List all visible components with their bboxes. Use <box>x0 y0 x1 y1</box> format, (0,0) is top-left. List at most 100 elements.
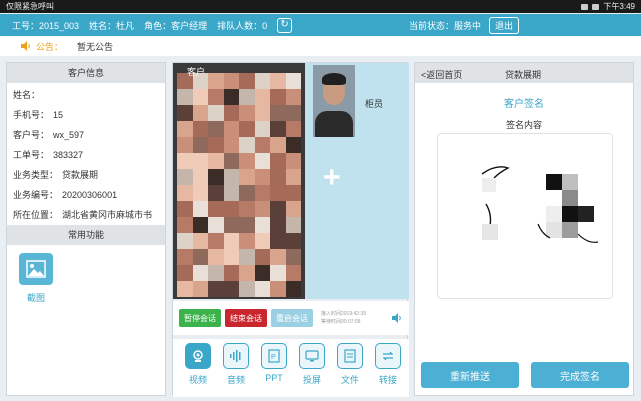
mosaic-tile <box>270 153 286 169</box>
mosaic-tile <box>208 121 224 137</box>
end-session-button[interactable]: 结束会话 <box>225 309 267 327</box>
info-row-phone: 手机号： 15 <box>7 105 165 125</box>
mosaic-tile <box>192 201 208 217</box>
mosaic-tile <box>177 121 193 137</box>
mosaic-tile <box>239 153 255 169</box>
finish-signature-button[interactable]: 完成签名 <box>531 362 629 388</box>
mosaic-tile <box>192 89 208 105</box>
notice-label: 公告： <box>36 41 64 52</box>
signature-panel: <返回首页 贷款展期 客户签名 签名内容 重新推送 完成签名 <box>414 62 634 396</box>
mosaic-tile <box>223 169 239 185</box>
function-cast[interactable]: 投屏 <box>293 343 331 397</box>
field-key: 所在位置： <box>13 210 59 220</box>
volume-icon[interactable] <box>391 312 403 324</box>
session-times: 接入时间2019:42:39 等待时间00:07:09 <box>321 310 366 326</box>
screenshot-label: 截图 <box>26 293 45 303</box>
mosaic-tile <box>254 201 270 217</box>
mosaic-tile <box>208 169 224 185</box>
mosaic-tile <box>208 281 224 297</box>
mosaic-tile <box>285 217 301 233</box>
customer-signature-title: 客户签名 <box>504 99 544 110</box>
common-tools: 截图 <box>7 245 165 304</box>
mosaic-tile <box>239 185 255 201</box>
pause-session-button[interactable]: 暂停会话 <box>179 309 221 327</box>
mosaic-tile <box>285 73 301 89</box>
mosaic-tile <box>270 265 286 281</box>
mosaic-tile <box>208 137 224 153</box>
mosaic-tile <box>254 169 270 185</box>
add-participant-icon[interactable]: + <box>323 163 341 193</box>
mosaic-tile <box>254 249 270 265</box>
mosaic-tile <box>285 265 301 281</box>
mosaic-tile <box>223 153 239 169</box>
mosaic-tile <box>270 169 286 185</box>
info-row-location: 所在位置： 湖北省黄冈市麻城市书 <box>7 205 165 225</box>
video-panel: 客户 柜员 + 暂停会话 结束会话 重启会话 接入时间2019:42:39 等待… <box>172 62 409 397</box>
mosaic-tile <box>208 249 224 265</box>
info-row-business-type: 业务类型： 贷款展期 <box>7 165 165 185</box>
mosaic-tile <box>270 137 286 153</box>
signature-strokes <box>481 166 599 243</box>
session-controls: 暂停会话 结束会话 重启会话 接入时间2019:42:39 等待时间00:07:… <box>173 301 409 335</box>
field-key: 客户号： <box>13 130 50 140</box>
mosaic-tile <box>239 137 255 153</box>
field-key: 手机号： <box>13 110 50 120</box>
refresh-icon[interactable]: ↻ <box>277 17 293 33</box>
function-video[interactable]: 视频 <box>179 343 217 397</box>
mosaic-tile <box>270 89 286 105</box>
screenshot-button[interactable]: 截图 <box>19 253 53 304</box>
function-ppt[interactable]: P PPT <box>255 343 293 397</box>
mosaic-tile <box>270 201 286 217</box>
mosaic-tile <box>285 201 301 217</box>
mosaic-tile <box>223 73 239 89</box>
customer-info-title: 客户信息 <box>7 63 165 83</box>
mosaic-tile <box>239 233 255 249</box>
mosaic-tile <box>254 137 270 153</box>
ppt-icon: P <box>261 343 287 369</box>
mosaic-tile <box>192 233 208 249</box>
mosaic-tile <box>239 169 255 185</box>
mosaic-tile <box>177 169 193 185</box>
mosaic-tile <box>285 137 301 153</box>
resend-button[interactable]: 重新推送 <box>421 362 519 388</box>
field-value: 贷款展期 <box>62 170 99 180</box>
mosaic-tile <box>239 249 255 265</box>
customer-video-label: 客户 <box>187 67 206 77</box>
signature-canvas[interactable] <box>437 133 613 299</box>
mosaic-tile <box>177 105 193 121</box>
mosaic-tile <box>192 105 208 121</box>
exit-button[interactable]: 退出 <box>489 16 520 34</box>
function-file[interactable]: 文件 <box>331 343 369 397</box>
notice-bar: 公告： 暂无公告 <box>0 36 641 56</box>
mosaic-tile <box>192 137 208 153</box>
file-icon <box>337 343 363 369</box>
mosaic-tile <box>239 105 255 121</box>
mosaic-tile <box>285 89 301 105</box>
mosaic-tile <box>270 73 286 89</box>
mosaic-tile <box>177 249 193 265</box>
mosaic-tile <box>177 201 193 217</box>
agent-video <box>313 65 355 137</box>
mosaic-tile <box>285 121 301 137</box>
mosaic-tile <box>208 73 224 89</box>
info-row-business-no: 业务编号： 20200306001 <box>7 185 165 205</box>
mosaic-tile <box>285 233 301 249</box>
mosaic-tile <box>177 137 193 153</box>
mosaic-tile <box>239 73 255 89</box>
function-label: 音频 <box>226 375 245 385</box>
function-label: PPT <box>265 373 283 383</box>
mosaic-tile <box>239 265 255 281</box>
back-home-link[interactable]: <返回首页 <box>421 68 462 81</box>
customer-video: 客户 <box>173 63 305 299</box>
function-audio[interactable]: 音频 <box>217 343 255 397</box>
notice-text: 暂无公告 <box>77 41 114 52</box>
mosaic-tile <box>208 201 224 217</box>
mosaic-tile <box>270 185 286 201</box>
mosaic-tile <box>270 281 286 297</box>
mosaic-tile <box>223 137 239 153</box>
mosaic-tile <box>254 105 270 121</box>
restart-session-button[interactable]: 重启会话 <box>271 309 313 327</box>
function-transfer[interactable]: 转接 <box>369 343 407 397</box>
mosaic-tile <box>254 153 270 169</box>
mosaic-tile <box>239 201 255 217</box>
